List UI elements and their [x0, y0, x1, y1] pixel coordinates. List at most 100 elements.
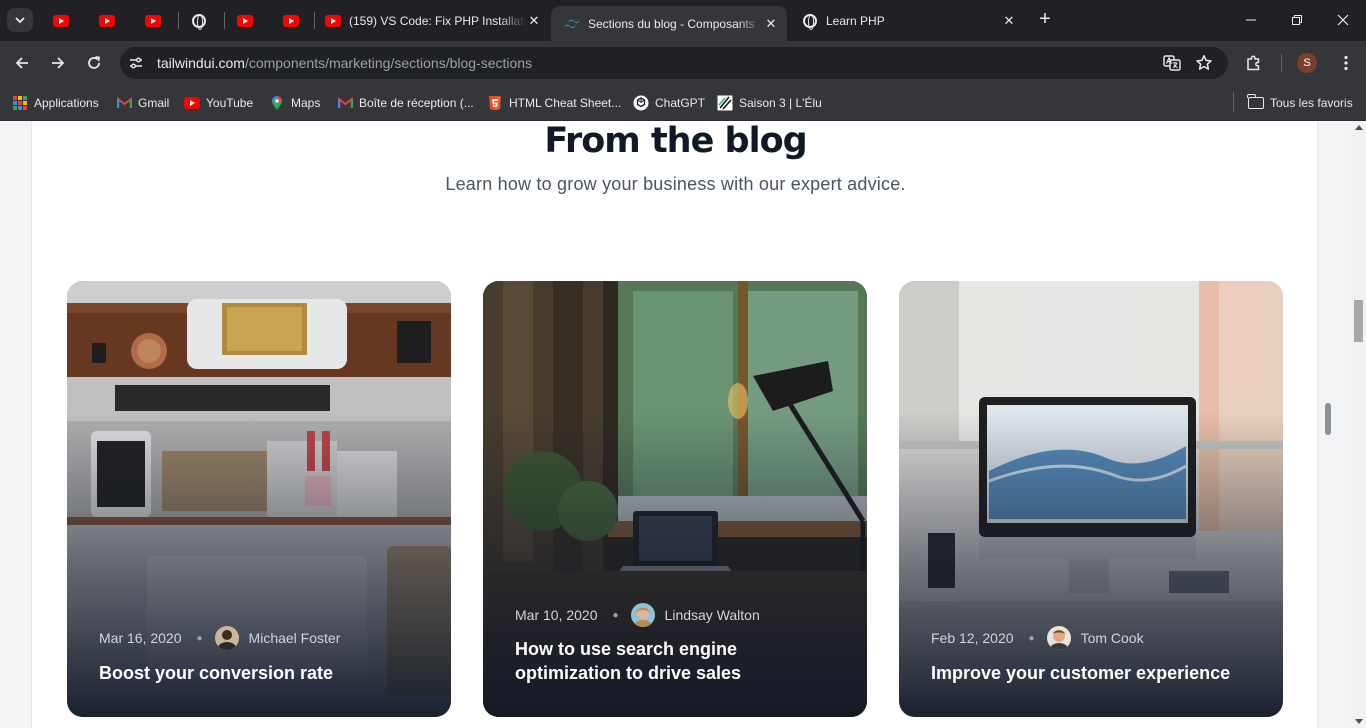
post-meta: Feb 12, 2020 ● Tom Cook — [931, 626, 1144, 650]
bookmark-applications[interactable]: Applications — [12, 93, 99, 113]
youtube-icon — [283, 14, 299, 27]
separator-dot: ● — [196, 632, 203, 644]
bookmark-label: Maps — [291, 96, 321, 110]
bookmarks-separator — [1233, 92, 1234, 112]
minimize-icon — [1246, 19, 1256, 21]
back-button[interactable] — [9, 50, 35, 76]
bookmark-label: Gmail — [138, 96, 170, 110]
url-path: /components/marketing/sections/blog-sect… — [244, 55, 533, 71]
bookmark-maps[interactable]: Maps — [269, 93, 320, 113]
tab-title: Learn PHP — [826, 13, 885, 28]
blog-post-card[interactable]: Mar 16, 2020 ● Michael Foster Boost your… — [67, 281, 451, 717]
blog-heading: From the blog — [544, 121, 807, 161]
bookmark-inbox[interactable]: Boîte de réception (... — [337, 93, 474, 113]
tab-youtube-2[interactable] — [86, 6, 130, 35]
post-title[interactable]: How to use search engine optimization to… — [515, 637, 835, 685]
chevron-down-icon — [15, 17, 25, 24]
kebab-menu-icon — [1344, 55, 1348, 71]
restore-button[interactable] — [1285, 8, 1309, 32]
url-host: tailwindui.com — [157, 55, 245, 71]
scroll-down-arrow-icon[interactable] — [1355, 719, 1363, 724]
blog-subtitle: Learn how to grow your business with our… — [445, 174, 906, 194]
post-meta: Mar 10, 2020 ● Lindsay Walton — [515, 603, 760, 627]
post-date: Mar 16, 2020 — [99, 630, 182, 646]
card-gradient-overlay — [899, 281, 1283, 717]
youtube-icon — [145, 14, 161, 27]
bookmarks-bar: Applications Gmail YouTube Maps Boîte de… — [0, 85, 1366, 121]
tab-youtube-3[interactable] — [132, 6, 176, 35]
all-bookmarks-folder[interactable]: Tous les favoris — [1247, 93, 1353, 113]
tab-search-button[interactable] — [7, 8, 33, 32]
author-avatar — [630, 603, 655, 627]
separator-dot: ● — [612, 609, 619, 621]
tab-youtube-4[interactable] — [224, 6, 268, 35]
chatgpt-icon — [633, 95, 649, 111]
blog-post-card[interactable]: Mar 10, 2020 ● Lindsay Walton How to use… — [483, 281, 867, 717]
scrollbar-thumb[interactable] — [1354, 300, 1363, 342]
bookmark-label: YouTube — [206, 96, 254, 110]
tailwind-icon — [564, 16, 580, 32]
preview-scrollbar-thumb[interactable] — [1325, 403, 1331, 435]
folder-icon — [1247, 94, 1264, 109]
bookmark-html-cheat-sheet[interactable]: HTML Cheat Sheet... — [487, 93, 621, 113]
star-icon[interactable] — [1194, 53, 1214, 73]
youtube-icon — [325, 14, 341, 27]
globe-icon — [192, 13, 206, 30]
bookmark-label: Boîte de réception (... — [359, 96, 474, 110]
post-meta: Mar 16, 2020 ● Michael Foster — [99, 626, 340, 650]
bookmark-chatgpt[interactable]: ChatGPT — [633, 93, 705, 113]
card-gradient-overlay — [67, 281, 451, 717]
restore-icon — [1292, 15, 1302, 25]
tab-youtube-5[interactable] — [270, 6, 314, 35]
post-title[interactable]: Improve your customer experience — [931, 661, 1251, 685]
author-avatar — [1046, 626, 1071, 650]
tab-learn-php[interactable]: Learn PHP ✕ — [789, 6, 1025, 35]
youtube-icon — [99, 14, 115, 27]
profile-avatar[interactable]: S — [1297, 53, 1317, 73]
forward-button[interactable] — [45, 50, 71, 76]
tab-strip: (159) VS Code: Fix PHP Installati ✕ Sect… — [0, 0, 1366, 41]
reload-button[interactable] — [81, 50, 107, 76]
post-date: Mar 10, 2020 — [515, 607, 598, 623]
tab-blog-sections[interactable]: Sections du blog - Composants ✕ — [551, 6, 787, 41]
all-bookmarks-label: Tous les favoris — [1270, 96, 1353, 110]
extensions-button[interactable] — [1241, 50, 1267, 76]
post-author: Tom Cook — [1080, 630, 1144, 646]
address-bar[interactable]: tailwindui.com/components/marketing/sect… — [120, 47, 1228, 79]
bookmark-youtube[interactable]: YouTube — [184, 93, 253, 113]
apps-grid-icon — [12, 95, 28, 111]
new-tab-button[interactable]: + — [1035, 9, 1055, 30]
youtube-icon — [184, 97, 200, 109]
post-title[interactable]: Boost your conversion rate — [99, 661, 419, 685]
bookmark-gmail[interactable]: Gmail — [116, 93, 169, 113]
reload-icon — [88, 56, 101, 69]
bookmark-site-icon — [717, 95, 733, 111]
youtube-icon — [237, 14, 253, 27]
tab-title: (159) VS Code: Fix PHP Installati — [349, 13, 526, 28]
gmail-icon — [337, 95, 353, 111]
tab-title: Sections du blog - Composants — [588, 16, 755, 31]
arrow-left-icon — [15, 57, 28, 69]
site-settings-icon[interactable] — [128, 55, 144, 71]
window-close-button[interactable] — [1331, 8, 1355, 32]
translate-icon[interactable] — [1162, 53, 1182, 73]
tab-vscode-php[interactable]: (159) VS Code: Fix PHP Installati ✕ — [312, 6, 550, 35]
bookmark-saison-3[interactable]: Saison 3 | L'Élu — [717, 93, 822, 113]
tab-globe[interactable] — [178, 6, 222, 35]
browser-toolbar: tailwindui.com/components/marketing/sect… — [0, 41, 1366, 85]
blog-post-card[interactable]: Feb 12, 2020 ● Tom Cook Improve your cus… — [899, 281, 1283, 717]
close-icon[interactable]: ✕ — [1001, 13, 1017, 29]
scroll-up-arrow-icon[interactable] — [1355, 125, 1363, 130]
bookmark-label: HTML Cheat Sheet... — [509, 96, 622, 110]
page-scrollbar[interactable] — [1351, 121, 1366, 728]
arrow-right-icon — [52, 57, 65, 69]
bookmark-label: ChatGPT — [655, 96, 706, 110]
tab-youtube-1[interactable] — [40, 6, 84, 35]
post-author: Lindsay Walton — [664, 607, 760, 623]
html5-icon — [487, 95, 503, 111]
close-icon[interactable]: ✕ — [763, 16, 779, 32]
close-icon[interactable]: ✕ — [526, 13, 542, 29]
puzzle-icon — [1247, 55, 1260, 71]
browser-menu-button[interactable] — [1333, 50, 1359, 76]
minimize-button[interactable] — [1239, 8, 1263, 32]
